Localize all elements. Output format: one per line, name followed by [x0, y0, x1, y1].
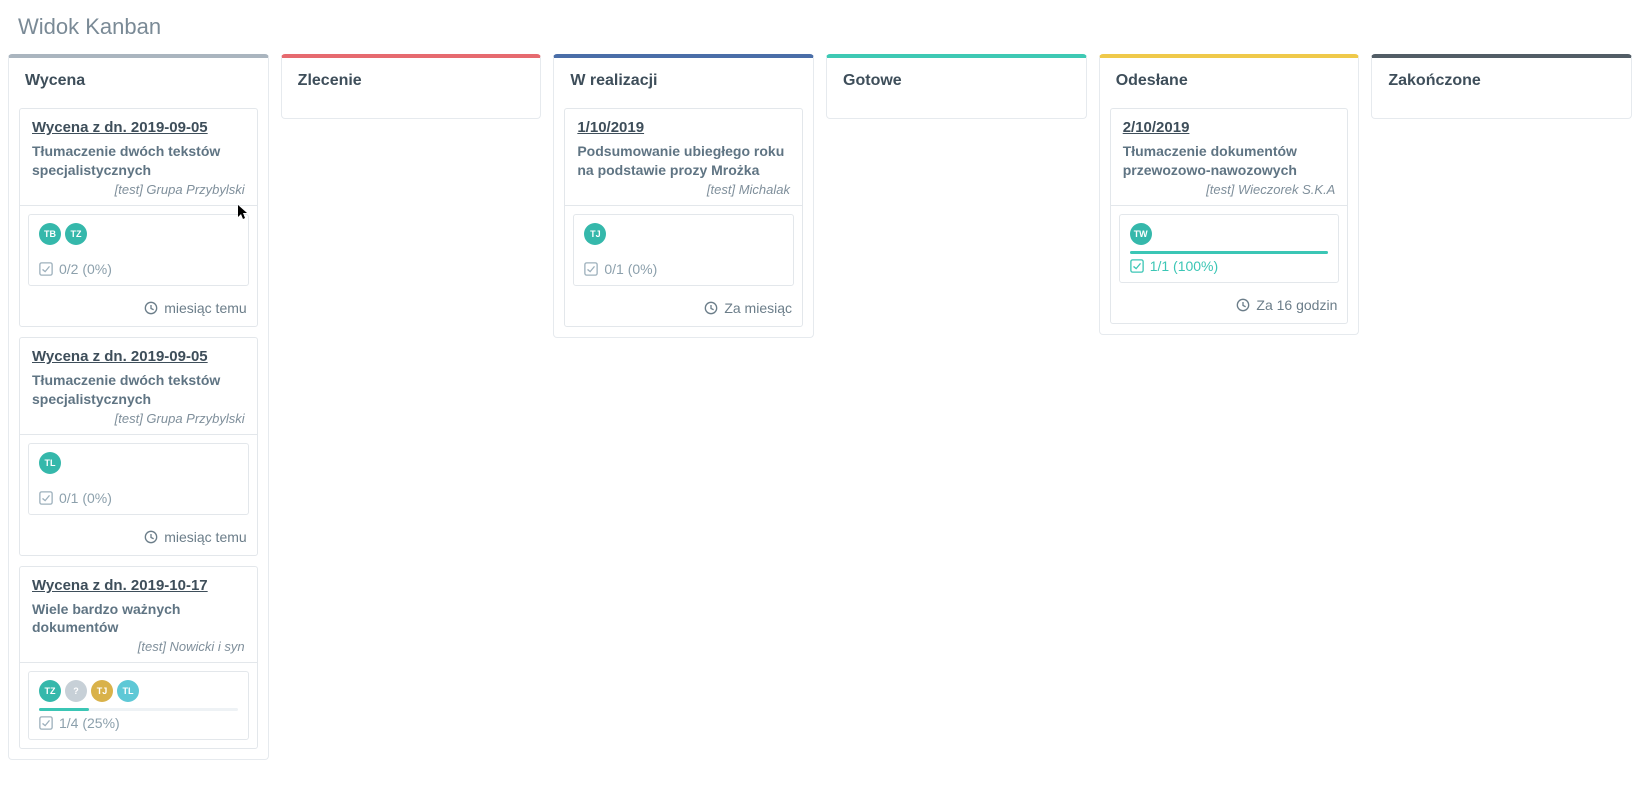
- avatar[interactable]: TB: [39, 223, 61, 245]
- avatar-row: TBTZ: [39, 223, 238, 245]
- avatar-row: TW: [1130, 223, 1329, 245]
- progress-label: 1/4 (25%): [39, 715, 238, 731]
- card-footer: Za 16 godzin: [1111, 291, 1348, 323]
- check-icon: [39, 491, 53, 505]
- progress-label: 0/1 (0%): [39, 490, 238, 506]
- card-client: [test] Wieczorek S.K.A: [1123, 182, 1336, 197]
- kanban-column: Gotowe: [826, 54, 1087, 119]
- card-description: Wiele bardzo ważnych dokumentów: [32, 600, 245, 638]
- clock-icon: [704, 301, 718, 315]
- avatar[interactable]: TW: [1130, 223, 1152, 245]
- card-description: Tłumaczenie dwóch tekstów specjalistyczn…: [32, 142, 245, 180]
- card-title-link[interactable]: 1/10/2019: [577, 119, 644, 136]
- card-title-link[interactable]: Wycena z dn. 2019-09-05: [32, 119, 208, 136]
- avatar[interactable]: TJ: [91, 680, 113, 702]
- avatar-row: TZ?TJTL: [39, 680, 238, 702]
- kanban-column: Odesłane 2/10/2019 Tłumaczenie dokumentów …: [1099, 54, 1360, 335]
- avatar[interactable]: TJ: [584, 223, 606, 245]
- card-footer: Za miesiąc: [565, 294, 802, 326]
- progress-label: 1/1 (100%): [1130, 258, 1329, 274]
- card-time: Za 16 godzin: [1256, 297, 1337, 313]
- check-icon: [1130, 259, 1144, 273]
- card-body: TZ?TJTL 1/4 (25%): [28, 671, 249, 740]
- card-header: 2/10/2019 Tłumaczenie dokumentów przewozo…: [1111, 109, 1348, 206]
- avatar[interactable]: TZ: [39, 680, 61, 702]
- card-list: 2/10/2019 Tłumaczenie dokumentów przewozo…: [1100, 108, 1359, 324]
- kanban-column: Zakończone: [1371, 54, 1632, 119]
- card-title-link[interactable]: Wycena z dn. 2019-09-05: [32, 348, 208, 365]
- kanban-card[interactable]: 2/10/2019 Tłumaczenie dokumentów przewozo…: [1110, 108, 1349, 324]
- check-icon: [39, 262, 53, 276]
- progress-label: 0/2 (0%): [39, 261, 238, 277]
- kanban-card[interactable]: 1/10/2019 Podsumowanie ubiegłego roku na …: [564, 108, 803, 327]
- card-body: TJ 0/1 (0%): [573, 214, 794, 286]
- card-client: [test] Nowicki i syn: [32, 639, 245, 654]
- card-footer: miesiąc temu: [20, 294, 257, 326]
- clock-icon: [144, 301, 158, 315]
- avatar[interactable]: TL: [117, 680, 139, 702]
- card-body: TW 1/1 (100%): [1119, 214, 1340, 283]
- kanban-card[interactable]: Wycena z dn. 2019-09-05 Tłumaczenie dwóch…: [19, 337, 258, 556]
- avatar-row: TL: [39, 452, 238, 474]
- column-title: Wycena: [9, 58, 268, 108]
- card-header: 1/10/2019 Podsumowanie ubiegłego roku na …: [565, 109, 802, 206]
- card-time: Za miesiąc: [724, 300, 792, 316]
- card-title-link[interactable]: 2/10/2019: [1123, 119, 1190, 136]
- kanban-column: Zlecenie: [281, 54, 542, 119]
- card-header: Wycena z dn. 2019-10-17 Wiele bardzo ważn…: [20, 567, 257, 664]
- check-icon: [39, 716, 53, 730]
- card-description: Tłumaczenie dwóch tekstów specjalistyczn…: [32, 371, 245, 409]
- card-description: Podsumowanie ubiegłego roku na podstawie…: [577, 142, 790, 180]
- avatar[interactable]: TL: [39, 452, 61, 474]
- clock-icon: [1236, 298, 1250, 312]
- progress-label: 0/1 (0%): [584, 261, 783, 277]
- avatar[interactable]: TZ: [65, 223, 87, 245]
- column-title: Odesłane: [1100, 58, 1359, 108]
- card-body: TBTZ 0/2 (0%): [28, 214, 249, 286]
- card-client: [test] Grupa Przybylski: [32, 411, 245, 426]
- card-client: [test] Grupa Przybylski: [32, 182, 245, 197]
- avatar[interactable]: ?: [65, 680, 87, 702]
- card-header: Wycena z dn. 2019-09-05 Tłumaczenie dwóch…: [20, 109, 257, 206]
- card-header: Wycena z dn. 2019-09-05 Tłumaczenie dwóch…: [20, 338, 257, 435]
- card-time: miesiąc temu: [164, 300, 246, 316]
- kanban-column: Wycena Wycena z dn. 2019-09-05 Tłumaczenie…: [8, 54, 269, 760]
- kanban-card[interactable]: Wycena z dn. 2019-09-05 Tłumaczenie dwóch…: [19, 108, 258, 327]
- check-icon: [584, 262, 598, 276]
- column-title: Gotowe: [827, 58, 1086, 108]
- kanban-board: Wycena Wycena z dn. 2019-09-05 Tłumaczenie…: [0, 54, 1640, 790]
- column-title: Zakończone: [1372, 58, 1631, 108]
- card-description: Tłumaczenie dokumentów przewozowo-nawozo…: [1123, 142, 1336, 180]
- card-title-link[interactable]: Wycena z dn. 2019-10-17: [32, 577, 208, 594]
- progress-bar: [39, 708, 238, 711]
- card-list: 1/10/2019 Podsumowanie ubiegłego roku na …: [554, 108, 813, 327]
- card-footer: miesiąc temu: [20, 523, 257, 555]
- card-body: TL 0/1 (0%): [28, 443, 249, 515]
- clock-icon: [144, 530, 158, 544]
- column-title: Zlecenie: [282, 58, 541, 108]
- card-list: Wycena z dn. 2019-09-05 Tłumaczenie dwóch…: [9, 108, 268, 749]
- avatar-row: TJ: [584, 223, 783, 245]
- page-title: Widok Kanban: [0, 0, 1640, 54]
- kanban-card[interactable]: Wycena z dn. 2019-10-17 Wiele bardzo ważn…: [19, 566, 258, 750]
- card-client: [test] Michalak: [577, 182, 790, 197]
- card-time: miesiąc temu: [164, 529, 246, 545]
- column-title: W realizacji: [554, 58, 813, 108]
- progress-bar: [1130, 251, 1329, 254]
- kanban-column: W realizacji 1/10/2019 Podsumowanie ubiegł…: [553, 54, 814, 338]
